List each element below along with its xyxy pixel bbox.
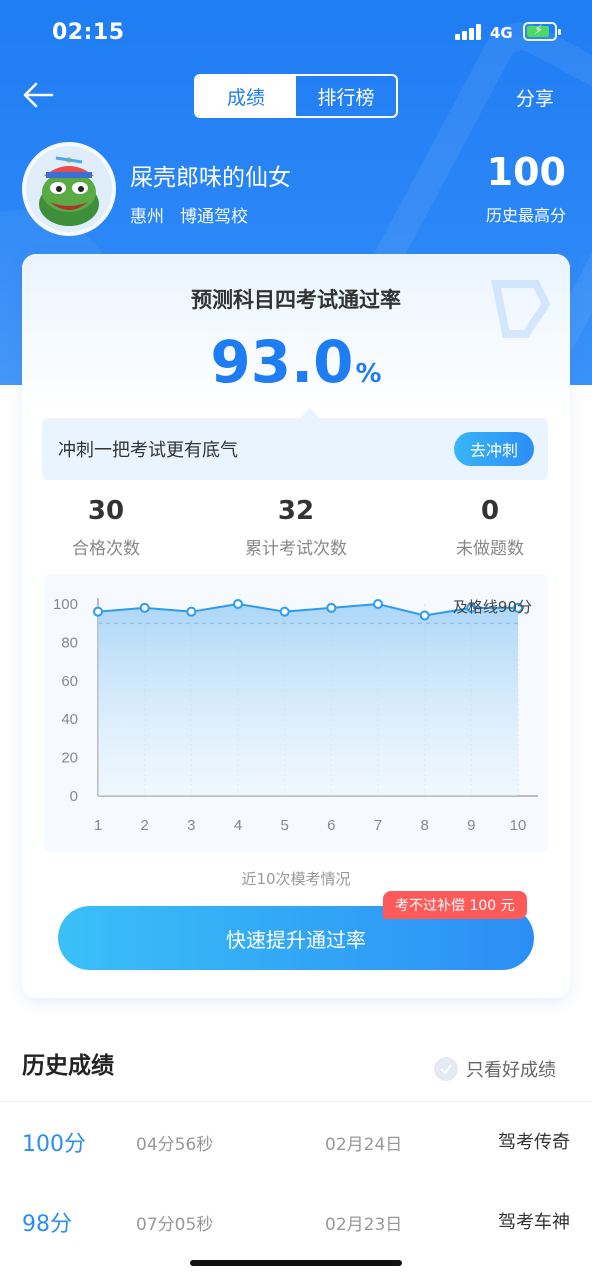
data-point bbox=[139, 602, 150, 613]
sprint-button[interactable]: 去冲刺 bbox=[454, 432, 534, 466]
battery-icon: ⚡ bbox=[523, 22, 561, 41]
score-chart-svg: 0 20 40 60 80 100 1 2 3 4 5 6 7 8 9 10 及格线90分 bbox=[53, 596, 538, 834]
x-tick-label: 8 bbox=[420, 817, 428, 834]
data-point bbox=[326, 602, 337, 613]
data-point bbox=[373, 599, 383, 609]
tab-score[interactable]: 成绩 bbox=[196, 76, 296, 116]
user-city: 惠州 bbox=[130, 207, 164, 227]
share-button[interactable]: 分享 bbox=[516, 84, 554, 111]
row-date: 02月23日 bbox=[325, 1215, 403, 1235]
row-date: 02月24日 bbox=[325, 1135, 403, 1155]
stat-total: 32 累计考试次数 bbox=[226, 496, 366, 559]
y-tick-label: 80 bbox=[61, 634, 78, 651]
stat-label: 累计考试次数 bbox=[245, 539, 347, 559]
best-score: 100 历史最高分 bbox=[486, 150, 566, 226]
x-tick-label: 7 bbox=[374, 817, 382, 834]
stat-label: 未做题数 bbox=[456, 539, 524, 559]
pass-rate-value: 93.0 bbox=[210, 328, 354, 396]
y-tick-label: 20 bbox=[61, 750, 78, 767]
data-point bbox=[186, 606, 197, 617]
x-tick-label: 10 bbox=[510, 817, 527, 834]
stat-passed: 30 合格次数 bbox=[56, 496, 156, 559]
pass-rate: 93.0% bbox=[22, 328, 570, 396]
chart-caption: 近10次模考情况 bbox=[241, 870, 351, 888]
filter-label: 只看好成绩 bbox=[466, 1060, 556, 1081]
best-score-value: 100 bbox=[486, 150, 566, 194]
row-score: 98分 bbox=[22, 1212, 72, 1237]
status-bar: 02:15 4G ⚡ bbox=[0, 0, 592, 64]
stat-value: 30 bbox=[87, 496, 125, 526]
x-tick-label: 2 bbox=[140, 817, 148, 834]
screen: 02:15 4G ⚡ 成绩 排行榜 分享 屎壳郎味的仙女 惠州 博通驾校 100… bbox=[0, 0, 592, 1280]
tip-text: 冲刺一把考试更有底气 bbox=[58, 440, 238, 461]
stat-value: 32 bbox=[277, 496, 315, 526]
signal-icon bbox=[455, 24, 483, 40]
pass-rate-card: 预测科目四考试通过率 93.0% 冲刺一把考试更有底气 去冲刺 30 合格次数 … bbox=[22, 254, 570, 998]
tab-ranking[interactable]: 排行榜 bbox=[296, 76, 396, 116]
compensation-badge: 考不过补偿 100 元 bbox=[383, 891, 527, 919]
data-point bbox=[233, 599, 243, 609]
score-chart: 0 20 40 60 80 100 1 2 3 4 5 6 7 8 9 10 及格线90分 bbox=[44, 574, 548, 852]
user-location: 惠州 博通驾校 bbox=[130, 202, 248, 227]
row-duration: 04分56秒 bbox=[136, 1135, 214, 1155]
home-indicator bbox=[190, 1260, 402, 1266]
best-score-label: 历史最高分 bbox=[485, 206, 566, 225]
history-title: 历史成绩 bbox=[22, 1053, 114, 1079]
sprint-tip: 冲刺一把考试更有底气 去冲刺 bbox=[42, 408, 548, 480]
y-tick-label: 60 bbox=[61, 673, 78, 690]
back-arrow-icon[interactable] bbox=[22, 80, 56, 110]
pass-line-label: 及格线90分 bbox=[453, 598, 532, 616]
tip-notch bbox=[300, 408, 320, 418]
good-score-filter[interactable]: 只看好成绩 bbox=[434, 1056, 556, 1082]
data-point bbox=[279, 606, 290, 617]
data-point bbox=[93, 606, 103, 617]
check-icon[interactable] bbox=[434, 1057, 458, 1081]
data-point bbox=[419, 610, 430, 621]
x-tick-label: 1 bbox=[94, 817, 102, 834]
tab-switcher: 成绩 排行榜 bbox=[194, 74, 398, 118]
stat-undone: 0 未做题数 bbox=[440, 496, 540, 559]
chart-area bbox=[98, 604, 518, 796]
history-row[interactable]: 98分 07分05秒 02月23日 驾考车神 bbox=[0, 1182, 592, 1262]
stat-value: 0 bbox=[480, 496, 500, 526]
y-tick-label: 40 bbox=[61, 711, 78, 728]
row-score: 100分 bbox=[22, 1132, 86, 1157]
x-tick-label: 6 bbox=[327, 817, 335, 834]
x-tick-label: 3 bbox=[187, 817, 195, 834]
user-name: 屎壳郎味的仙女 bbox=[130, 165, 291, 191]
stats-row: 30 合格次数 32 累计考试次数 0 未做题数 bbox=[22, 496, 570, 566]
x-tick-label: 4 bbox=[234, 817, 242, 834]
x-tick-label: 9 bbox=[467, 817, 475, 834]
user-school: 博通驾校 bbox=[180, 207, 248, 227]
card-title: 预测科目四考试通过率 bbox=[191, 288, 401, 312]
history-row[interactable]: 100分 04分56秒 02月24日 驾考传奇 bbox=[0, 1102, 592, 1182]
row-duration: 07分05秒 bbox=[136, 1215, 214, 1235]
row-title: 驾考传奇 bbox=[498, 1132, 570, 1153]
x-tick-label: 5 bbox=[280, 817, 288, 834]
y-tick-label: 0 bbox=[70, 788, 78, 805]
avatar[interactable] bbox=[22, 142, 116, 236]
network-type: 4G bbox=[490, 24, 513, 42]
row-title: 驾考车神 bbox=[498, 1212, 570, 1233]
status-time: 02:15 bbox=[52, 20, 125, 45]
pass-rate-unit: % bbox=[355, 359, 382, 389]
stat-label: 合格次数 bbox=[72, 539, 140, 559]
y-tick-label: 100 bbox=[53, 596, 78, 613]
